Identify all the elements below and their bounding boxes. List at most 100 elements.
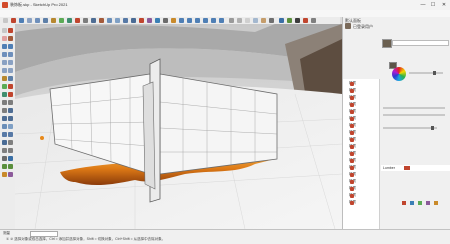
list-item[interactable]: 材质 [349, 158, 379, 163]
paint-bucket-icon[interactable] [99, 18, 104, 23]
tape-tool-icon[interactable] [2, 100, 7, 105]
eraser-icon[interactable] [11, 18, 16, 23]
color-wheel[interactable] [392, 67, 406, 81]
layer-icon[interactable] [155, 18, 160, 23]
list-item[interactable]: 材质 [349, 116, 379, 121]
zoom-window-tool-icon[interactable] [8, 132, 13, 137]
list-item[interactable]: 材质 [349, 123, 379, 128]
section-plane-icon[interactable] [163, 18, 168, 23]
tape-measure-icon[interactable] [83, 18, 88, 23]
opacity-slider-thumb[interactable] [431, 126, 434, 130]
zoom-icon[interactable] [123, 18, 128, 23]
rotate-icon[interactable] [59, 18, 64, 23]
pan-hand-icon[interactable] [115, 18, 120, 23]
brightness-slider[interactable] [409, 72, 443, 74]
list-item[interactable]: 材质 [349, 130, 379, 135]
pie-tool-icon[interactable] [8, 68, 13, 73]
walk-tool-icon[interactable] [2, 148, 7, 153]
list-item[interactable]: 材质 [349, 144, 379, 149]
close-button[interactable]: ✕ [439, 1, 449, 9]
move-tool-icon[interactable] [2, 76, 7, 81]
list-item[interactable]: 材质 [349, 95, 379, 100]
look-around-icon[interactable] [8, 148, 13, 153]
shaded-texture-icon[interactable] [261, 18, 266, 23]
list-item[interactable]: 材质 [349, 193, 379, 198]
select-arrow-icon[interactable] [3, 18, 8, 23]
freehand-tool-icon[interactable] [8, 44, 13, 49]
followme-tool-icon[interactable] [8, 84, 13, 89]
texture-height-slider[interactable] [383, 114, 445, 116]
opacity-slider[interactable] [383, 127, 437, 129]
scale-icon[interactable] [67, 18, 72, 23]
list-item[interactable]: 材质 [349, 151, 379, 156]
list-item[interactable]: 材质 [349, 102, 379, 107]
current-material-swatch[interactable] [382, 39, 392, 48]
offset-tool-icon[interactable] [8, 92, 13, 97]
3d-text-tool-icon[interactable] [8, 116, 13, 121]
sandbox-scratch-icon[interactable] [2, 164, 7, 169]
collection-icon[interactable] [426, 201, 430, 205]
left-view-icon[interactable] [219, 18, 224, 23]
line-tool-icon[interactable] [2, 44, 7, 49]
arc-tool-icon[interactable] [2, 68, 7, 73]
solid-tools-icon[interactable] [279, 18, 284, 23]
wireframe-icon[interactable] [237, 18, 242, 23]
list-item[interactable]: 材质 [349, 186, 379, 191]
dimension-tool-icon[interactable] [8, 100, 13, 105]
rectangle-icon[interactable] [35, 18, 40, 23]
home-icon[interactable] [434, 201, 438, 205]
sandbox-contours-icon[interactable] [8, 164, 13, 169]
menu-bar[interactable] [0, 10, 450, 17]
zoom-extents-icon[interactable] [131, 18, 136, 23]
list-item[interactable]: 材质 [349, 172, 379, 177]
pushpull-tool-icon[interactable] [8, 76, 13, 81]
axes-tool-icon[interactable] [2, 116, 7, 121]
hidden-line-icon[interactable] [245, 18, 250, 23]
iso-view-icon[interactable] [179, 18, 184, 23]
sample-paint-icon[interactable] [418, 201, 422, 205]
paint-tool-icon[interactable] [8, 36, 13, 41]
text-tool-icon[interactable] [8, 108, 13, 113]
model-viewport[interactable] [15, 24, 342, 229]
zoom-tool-icon[interactable] [2, 132, 7, 137]
text-icon[interactable] [91, 18, 96, 23]
xray-icon[interactable] [229, 18, 234, 23]
walk-icon[interactable] [311, 18, 316, 23]
right-view-icon[interactable] [203, 18, 208, 23]
push-pull-icon[interactable] [43, 18, 48, 23]
make-component-icon[interactable] [8, 28, 13, 33]
list-item[interactable]: 材质 [349, 109, 379, 114]
top-view-icon[interactable] [187, 18, 192, 23]
shadow-toggle-icon[interactable] [2, 172, 7, 177]
camera-icon[interactable] [295, 18, 300, 23]
details-icon[interactable] [410, 201, 414, 205]
minimize-button[interactable]: — [418, 1, 428, 9]
list-item[interactable]: 材质 [349, 165, 379, 170]
brightness-slider-thumb[interactable] [433, 71, 436, 75]
front-view-icon[interactable] [195, 18, 200, 23]
maximize-button[interactable]: ☐ [428, 1, 438, 9]
section-tool-icon[interactable] [2, 156, 7, 161]
material-swatch[interactable] [404, 166, 410, 170]
arc-icon[interactable] [27, 18, 32, 23]
rect-tool-icon[interactable] [2, 52, 7, 57]
select-tool-icon[interactable] [2, 28, 7, 33]
list-item[interactable]: 材质 [349, 137, 379, 142]
rotate-tool-icon[interactable] [2, 84, 7, 89]
rotated-rect-tool-icon[interactable] [8, 52, 13, 57]
extension-icon[interactable] [147, 18, 152, 23]
warehouse-icon[interactable] [139, 18, 144, 23]
monochrome-icon[interactable] [269, 18, 274, 23]
pencil-icon[interactable] [19, 18, 24, 23]
list-item[interactable]: 材质 [349, 88, 379, 93]
outer-shell-icon[interactable] [8, 156, 13, 161]
add-material-icon[interactable] [402, 201, 406, 205]
material-name-field[interactable] [392, 40, 449, 46]
list-item[interactable]: 材质 [349, 179, 379, 184]
move-icon[interactable] [51, 18, 56, 23]
sandbox-icon[interactable] [287, 18, 292, 23]
position-camera-icon[interactable] [8, 140, 13, 145]
shadow-icon[interactable] [171, 18, 176, 23]
list-item[interactable]: 材质 [349, 200, 379, 205]
fog-toggle-icon[interactable] [8, 172, 13, 177]
